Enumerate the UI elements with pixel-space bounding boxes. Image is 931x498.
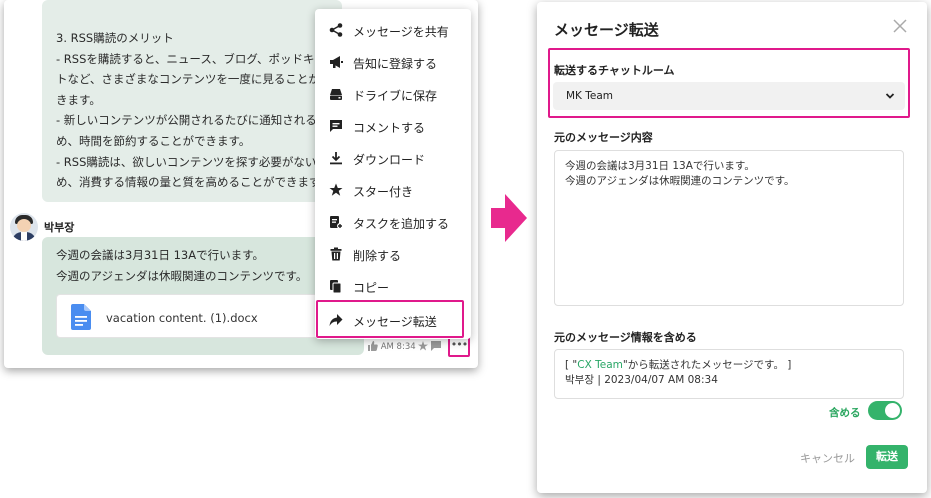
star-icon [329,183,343,196]
menu-item-comment[interactable]: コメントする [315,110,471,142]
menu-item-label: メッセージを共有 [353,25,449,39]
forward-message-dialog: メッセージ転送 転送するチャットルーム MK Team 元のメッセージ内容 今週… [537,2,927,493]
menu-item-share[interactable]: メッセージを共有 [315,14,471,46]
download-icon [330,152,342,165]
message-line: きます。 [56,92,101,107]
include-toggle[interactable] [868,401,902,420]
megaphone-icon [330,56,343,68]
menu-item-add-task[interactable]: タスクを追加する [315,206,471,238]
original-message-textarea[interactable]: 今週の会議は3月31日 13Aで行います。 今週のアジェンダは休暇関連のコンテン… [554,150,904,306]
info-prefix: [ " [565,359,578,371]
menu-item-forward[interactable]: メッセージ転送 [315,304,471,336]
file-name: vacation content. (1).docx [106,311,258,325]
dialog-title: メッセージ転送 [554,21,659,39]
info-forwarded-line: [ "CX Team"から転送されたメッセージです。 ] [565,358,903,373]
more-options-button[interactable]: ••• [448,336,470,357]
original-info-box: [ "CX Team"から転送されたメッセージです。 ] 박부장 | 2023/… [554,349,904,399]
original-message-label: 元のメッセージ内容 [554,131,653,144]
avatar[interactable] [10,213,38,241]
cancel-button[interactable]: キャンセル [800,450,855,466]
message-time: AM 8:34 [380,342,416,352]
comment-icon [330,120,342,132]
message-line: トなど、さまざまなコンテンツを一度に見ることが [56,72,320,87]
forward-icon [329,314,343,326]
share-icon [329,23,343,37]
trash-icon [330,247,342,261]
menu-item-label: スター付き [353,185,414,199]
menu-item-copy[interactable]: コピー [315,270,471,302]
menu-item-announce[interactable]: 告知に登録する [315,46,471,78]
menu-item-label: メッセージ転送 [353,315,437,329]
sender-name: 박부장 [44,221,75,234]
chatroom-selected-value: MK Team [566,90,614,102]
menu-item-download[interactable]: ダウンロード [315,142,471,174]
menu-item-label: ドライブに保存 [353,89,438,103]
document-icon [71,304,91,330]
menu-item-save-drive[interactable]: ドライブに保存 [315,78,471,110]
chat-panel: 3. RSS購読のメリット - RSSを購読すると、ニュース、ブログ、ポッドキ … [4,0,478,368]
star-icon[interactable] [418,341,429,351]
send-button[interactable]: 転送 [866,445,908,469]
thumbs-up-icon[interactable] [368,341,378,351]
message-line: め、消費する情報の量と質を高めることができます [56,175,321,190]
message-line: 3. RSS購読のメリット [56,31,174,45]
chatroom-label: 転送するチャットルーム [554,64,675,77]
info-team-name: CX Team [577,359,623,371]
include-toggle-label: 含める [829,407,861,419]
include-info-label: 元のメッセージ情報を含める [554,331,697,344]
arrow-right-icon [491,194,527,242]
message-line: - RSS購読は、欲しいコンテンツを探す必要がない [56,154,317,169]
close-icon[interactable] [892,18,908,34]
comment-icon[interactable] [431,341,442,351]
menu-item-label: コメントする [353,121,426,135]
info-sender-line: 박부장 | 2023/04/07 AM 08:34 [565,374,718,386]
message-meta: AM 8:34 [368,341,442,352]
textarea-line: 今週のアジェンダは休暇関連のコンテンツです。 [565,175,795,187]
message-line: - RSSを購読すると、ニュース、ブログ、ポッドキ [56,51,315,66]
menu-item-star[interactable]: スター付き [315,174,471,206]
menu-item-label: 削除する [353,249,402,263]
message-line: め、時間を節約することができます。 [56,133,251,148]
task-add-icon [330,216,343,229]
drive-icon [330,89,342,100]
menu-item-label: 告知に登録する [353,57,438,71]
context-menu: メッセージを共有 告知に登録する ドライブに保存 コメントする ダウンロード ス… [315,9,471,339]
menu-item-delete[interactable]: 削除する [315,238,471,270]
rss-message-bubble: 3. RSS購読のメリット - RSSを購読すると、ニュース、ブログ、ポッドキ … [42,0,342,202]
menu-item-label: ダウンロード [353,153,426,167]
menu-item-label: タスクを追加する [353,217,450,231]
textarea-line: 今週の会議は3月31日 13Aで行います。 [565,160,755,172]
menu-item-label: コピー [353,281,390,295]
file-attachment[interactable]: vacation content. (1).docx [56,294,356,338]
message-line: - 新しいコンテンツが公開されるたびに通知されるた [56,113,329,128]
info-suffix: "から転送されたメッセージです。 ] [622,359,792,371]
copy-icon [330,280,342,293]
chevron-down-icon [885,93,895,99]
chatroom-select[interactable]: MK Team [553,82,905,110]
